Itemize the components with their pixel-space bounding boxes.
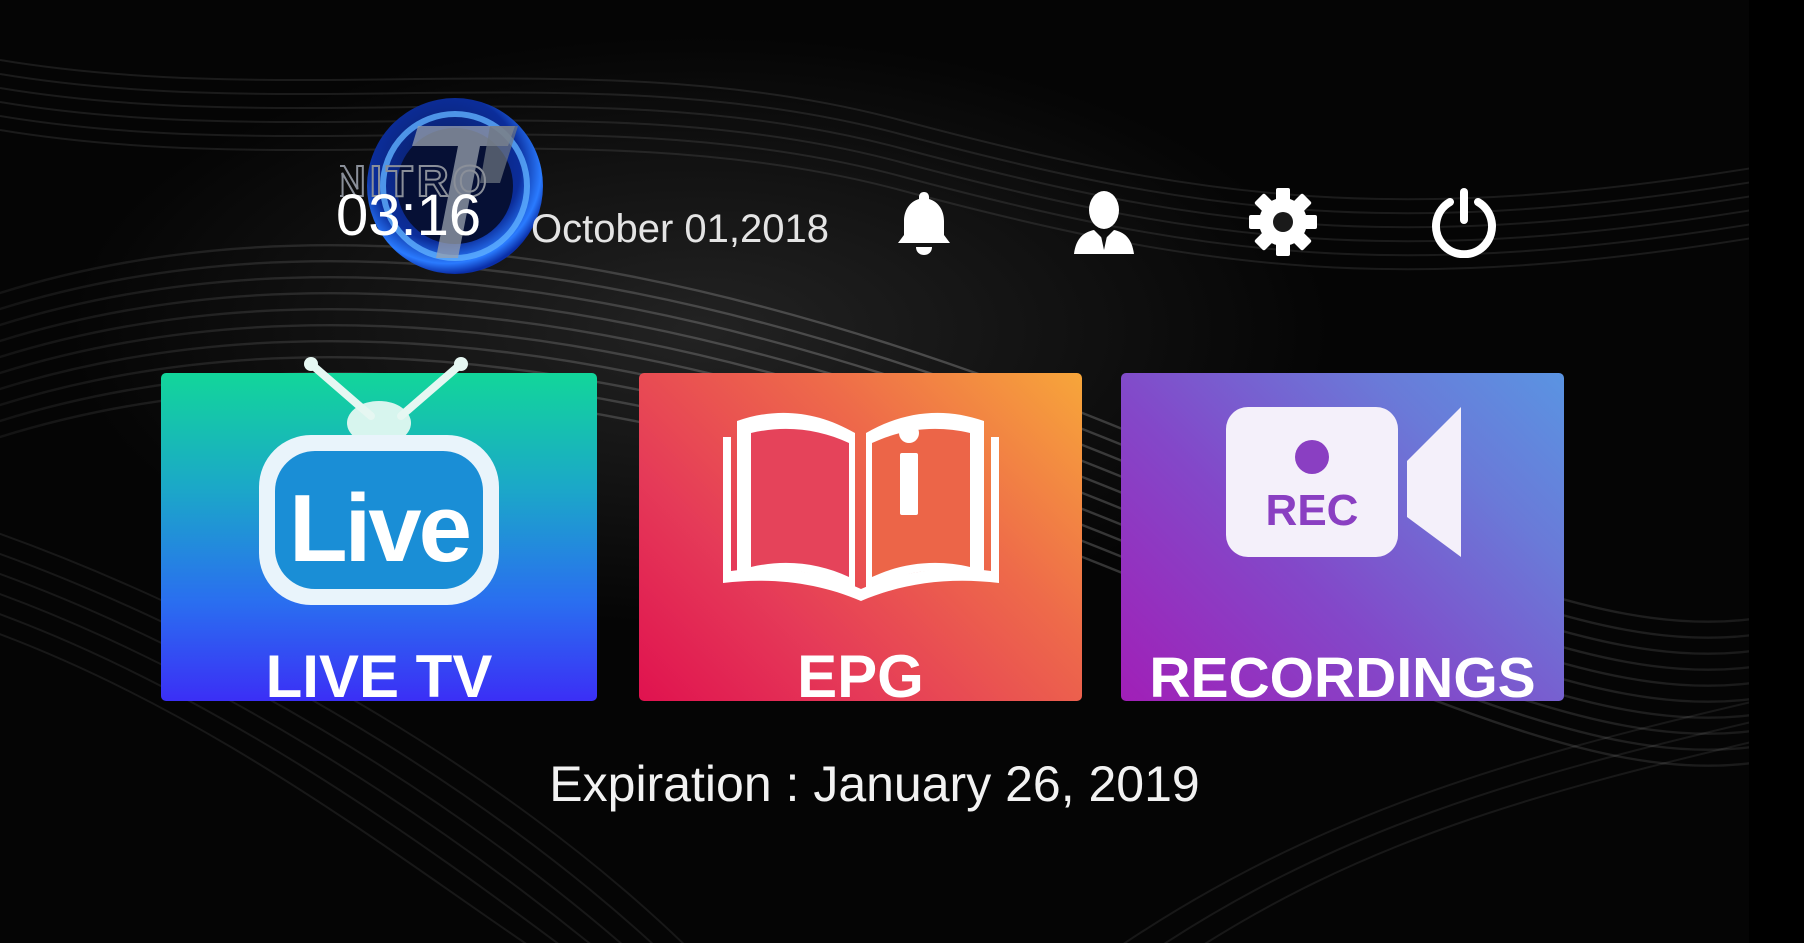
rec-icon-text: REC (1266, 486, 1359, 535)
bell-icon (898, 192, 950, 255)
gear-icon (1249, 188, 1317, 256)
recordings-tile[interactable]: REC RECORDINGS (1121, 373, 1564, 701)
power-button[interactable] (1428, 186, 1500, 258)
epg-tile[interactable]: EPG (639, 373, 1082, 701)
expiration-info: Expiration : January 26, 2019 (0, 759, 1804, 809)
expiration-date: January 26, 2019 (813, 756, 1200, 812)
settings-button[interactable] (1247, 186, 1319, 258)
epg-label: EPG (797, 643, 924, 702)
notifications-button[interactable] (888, 186, 960, 258)
clock-time: 03:16 (336, 183, 482, 248)
power-icon (1432, 188, 1496, 258)
expiration-separator: : (771, 756, 814, 812)
antenna-icon (304, 357, 468, 420)
current-date: October 01,2018 (531, 207, 829, 251)
live-icon-text: Live (289, 475, 470, 582)
expiration-label: Expiration (549, 756, 772, 812)
recordings-label: RECORDINGS (1149, 646, 1536, 702)
live-tv-label: LIVE TV (265, 643, 493, 702)
user-icon (1074, 191, 1134, 254)
home-screen: NITRO 03:16 October 01,2018 Live LIVE TV… (0, 0, 1804, 943)
account-button[interactable] (1068, 186, 1140, 258)
